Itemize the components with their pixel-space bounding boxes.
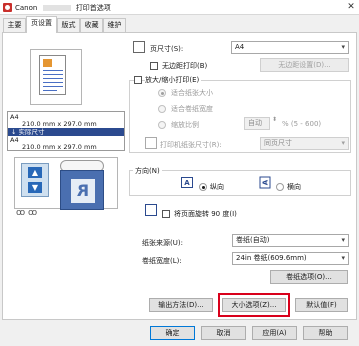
portrait-icon: A [181, 177, 193, 188]
chevron-down-icon: ▾ [341, 254, 345, 262]
roll-width-value: 24in 卷纸(609.6mm) [236, 254, 307, 262]
output-size-value: 同页尺寸 [264, 139, 292, 147]
cancel-button[interactable]: 取消 [201, 326, 246, 340]
roll-width-label: 卷纸宽度(L): [142, 257, 182, 265]
fit-paper-size-label: 适合纸张大小 [171, 89, 213, 97]
scale-value-spinner[interactable]: 自动 [244, 117, 270, 130]
rotate-checkbox[interactable] [162, 210, 170, 218]
preview-text-line [43, 78, 63, 79]
redacted-printer-name [42, 5, 71, 11]
title-bar: Canon 打印首选项 ✕ [0, 0, 359, 15]
source-size-name: A4 [10, 113, 19, 121]
orientation-label: 方向(N) [133, 166, 162, 176]
scale-value: 自动 [248, 119, 262, 127]
chevron-down-icon: ▾ [341, 139, 345, 147]
roll-width-select[interactable]: 24in 卷纸(609.6mm) ▾ [232, 252, 349, 265]
landscape-radio[interactable] [276, 183, 284, 191]
output-size-name: A4 [10, 136, 19, 144]
scale-ratio-radio[interactable] [158, 121, 166, 129]
tab-main[interactable]: 主要 [3, 18, 26, 32]
output-size-select[interactable]: 同页尺寸 ▾ [260, 137, 349, 150]
roll-sheet-letter: R [71, 179, 95, 203]
roll-feed-indicator: ▲ ▼ [21, 163, 49, 197]
portrait-label: 纵向 [210, 183, 224, 191]
tab-layout[interactable]: 版式 [57, 18, 80, 32]
output-size-dimensions: 210.0 mm x 297.0 mm [22, 143, 97, 151]
arrow-up-icon: ▲ [28, 167, 42, 178]
output-method-button[interactable]: 输出方法(D)... [149, 298, 213, 312]
preview-text-line [43, 74, 63, 75]
window-title-subtitle: 打印首选项 [75, 4, 111, 12]
fit-paper-size-radio[interactable] [158, 89, 166, 97]
page-size-icon [133, 41, 145, 53]
preview-image-icon [43, 59, 52, 67]
paper-source-value: 卷纸(自动) [236, 236, 270, 244]
page-size-select[interactable]: A4 ▾ [231, 41, 349, 54]
preview-text-line [43, 82, 63, 83]
fit-roll-width-radio[interactable] [158, 105, 166, 113]
borderless-label: 无边距打印(B) [162, 62, 208, 70]
paper-source-label: 纸张来源(U): [142, 239, 183, 247]
paper-source-select[interactable]: 卷纸(自动) ▾ [232, 234, 349, 247]
output-size-label: 打印机纸张尺寸(R): [160, 141, 222, 149]
rotate-label: 将页面旋转 90 度(I) [174, 210, 237, 218]
fit-roll-width-label: 适合卷纸宽度 [171, 105, 213, 113]
portrait-radio[interactable] [199, 183, 207, 191]
printer-app-icon [3, 3, 12, 12]
orientation-group [129, 170, 351, 196]
close-icon[interactable]: ✕ [345, 1, 357, 13]
scaling-checkbox[interactable] [134, 76, 142, 84]
tab-maintenance[interactable]: 维护 [103, 18, 126, 32]
preview-text-line [43, 86, 63, 87]
scaling-mode-band: ↓ 实际尺寸 [8, 128, 124, 136]
binding-rings-icon: ꝏ ꝏ [16, 208, 38, 218]
scale-range-label: % (5 - 600) [282, 120, 322, 128]
apply-button[interactable]: 应用(A) [252, 326, 297, 340]
source-size-dimensions: 210.0 mm x 297.0 mm [22, 120, 97, 128]
preview-text-line [43, 70, 63, 71]
tab-page-setup[interactable]: 页设置 [26, 16, 57, 33]
help-button[interactable]: 帮助 [303, 326, 348, 340]
window-title-brand: Canon [15, 4, 38, 12]
landscape-label: 横向 [287, 183, 301, 191]
scale-ratio-label: 缩放比例 [171, 121, 199, 129]
roll-sheet-preview: R [60, 170, 104, 210]
roll-options-button[interactable]: 卷纸选项(O)... [270, 270, 348, 284]
chevron-down-icon: ▾ [341, 43, 345, 51]
ok-button[interactable]: 确定 [150, 326, 195, 340]
rotate-page-icon [145, 204, 157, 216]
tab-favorites[interactable]: 收藏 [80, 18, 103, 32]
chevron-down-icon: ▾ [341, 236, 345, 244]
borderless-settings-button[interactable]: 无边距设置(D)... [260, 58, 349, 72]
page-size-label: 页尺寸(S): [150, 45, 184, 53]
spinner-arrows-icon[interactable]: ⬍ [272, 116, 277, 123]
preview-page-thumbnail [39, 55, 66, 95]
page-size-value: A4 [235, 43, 245, 51]
arrow-down-icon: ▼ [28, 182, 42, 193]
output-size-icon [145, 137, 157, 149]
scaling-label: 放大/缩小打印(E) [145, 75, 202, 85]
preview-text-line [43, 90, 57, 91]
landscape-icon: A [259, 176, 271, 189]
highlight-box [218, 293, 290, 317]
window-title: Canon 打印首选项 [15, 3, 111, 13]
defaults-button[interactable]: 默认值(F) [295, 298, 348, 312]
size-info-box: A4 210.0 mm x 297.0 mm ↓ 实际尺寸 A4 210.0 m… [7, 111, 125, 151]
borderless-checkbox[interactable] [150, 62, 158, 70]
